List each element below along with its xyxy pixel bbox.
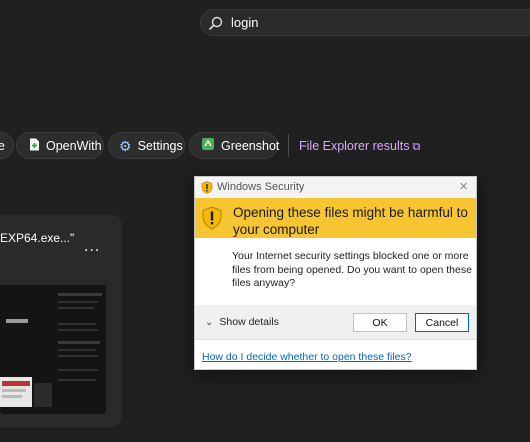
search-icon <box>209 16 223 30</box>
external-link-icon: ⧉ <box>412 141 421 153</box>
dialog-title: Windows Security <box>217 181 305 193</box>
greenshot-icon <box>201 137 215 154</box>
filter-chip-openwith-label: OpenWith <box>46 138 102 153</box>
dialog-titlebar: Windows Security × <box>195 177 476 198</box>
openwith-icon <box>29 138 40 154</box>
filter-chip-openwith[interactable]: OpenWith <box>16 132 104 159</box>
ok-button[interactable]: OK <box>353 313 407 332</box>
dialog-message: Your Internet security settings blocked … <box>232 250 472 289</box>
filter-chip-settings-label: Settings <box>137 138 183 153</box>
search-box[interactable]: login <box>200 9 530 36</box>
file-explorer-results-label: File Explorer results <box>299 139 410 153</box>
dialog-button-bar: ⌄ Show details OK Cancel <box>195 305 476 340</box>
filter-chip-greenshot-label: Greenshot <box>221 138 280 153</box>
filter-chip-greenshot[interactable]: Greenshot <box>189 132 280 159</box>
warning-banner: Opening these files might be harmful to … <box>195 198 476 238</box>
shield-warning-icon <box>201 181 213 194</box>
result-card-title: EXP64.exe..." <box>0 231 75 245</box>
filter-chip-partial[interactable]: e <box>0 132 14 159</box>
result-preview-thumbnail <box>0 279 106 414</box>
search-input[interactable]: login <box>231 15 258 30</box>
filter-chip-settings[interactable]: ⚙ Settings <box>108 132 185 159</box>
chip-divider <box>288 134 289 157</box>
chevron-down-icon: ⌄ <box>205 317 214 328</box>
file-explorer-results-link[interactable]: File Explorer results ⧉ <box>299 139 420 154</box>
close-icon[interactable]: × <box>459 178 468 195</box>
show-details-label: Show details <box>219 316 279 328</box>
more-options-button[interactable]: ... <box>84 238 100 256</box>
shield-warning-large-icon <box>202 206 222 230</box>
windows-security-dialog: Windows Security × Opening these files m… <box>194 176 477 370</box>
help-link[interactable]: How do I decide whether to open these fi… <box>202 351 412 363</box>
result-card[interactable]: EXP64.exe..." ... <box>0 215 122 427</box>
gear-icon: ⚙ <box>119 137 132 154</box>
filter-chip-partial-label: e <box>0 138 5 153</box>
dialog-heading: Opening these files might be harmful to … <box>233 205 468 237</box>
show-details-toggle[interactable]: ⌄ Show details <box>205 316 279 328</box>
cancel-button[interactable]: Cancel <box>415 313 469 332</box>
